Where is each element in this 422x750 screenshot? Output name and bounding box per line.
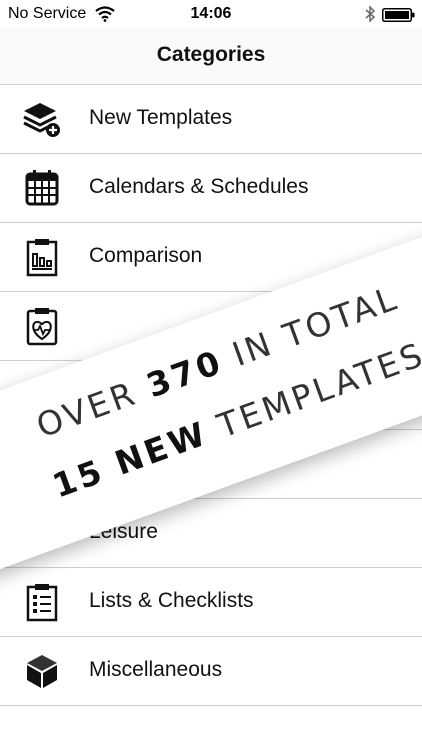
calendar-icon bbox=[22, 168, 62, 208]
comparison-clipboard-icon bbox=[22, 237, 62, 277]
promo-text: OVER bbox=[31, 368, 155, 446]
category-label: Miscellaneous bbox=[89, 658, 223, 681]
category-label: New Templates bbox=[89, 106, 233, 129]
category-row-lists[interactable]: Lists & Checklists bbox=[0, 568, 422, 637]
battery-icon bbox=[382, 8, 416, 27]
category-label: Calendars & Schedules bbox=[89, 175, 309, 198]
bluetooth-icon bbox=[364, 5, 376, 28]
category-row-calendars[interactable]: Calendars & Schedules bbox=[0, 154, 422, 223]
health-clipboard-icon bbox=[22, 306, 62, 346]
category-row-new-templates[interactable]: New Templates bbox=[0, 85, 422, 154]
navigation-bar: Categories bbox=[0, 28, 422, 85]
layers-add-icon bbox=[22, 99, 62, 139]
category-label: Lists & Checklists bbox=[89, 589, 254, 612]
promo-total-count: 370 bbox=[141, 342, 228, 406]
page-title: Categories bbox=[156, 43, 266, 66]
category-row-miscellaneous[interactable]: Miscellaneous bbox=[0, 637, 422, 706]
clock: 14:06 bbox=[190, 5, 232, 22]
status-bar: No Service 14:06 bbox=[0, 0, 422, 28]
category-label: Comparison bbox=[89, 244, 203, 267]
checklist-icon bbox=[22, 582, 62, 622]
cube-icon bbox=[22, 651, 62, 691]
